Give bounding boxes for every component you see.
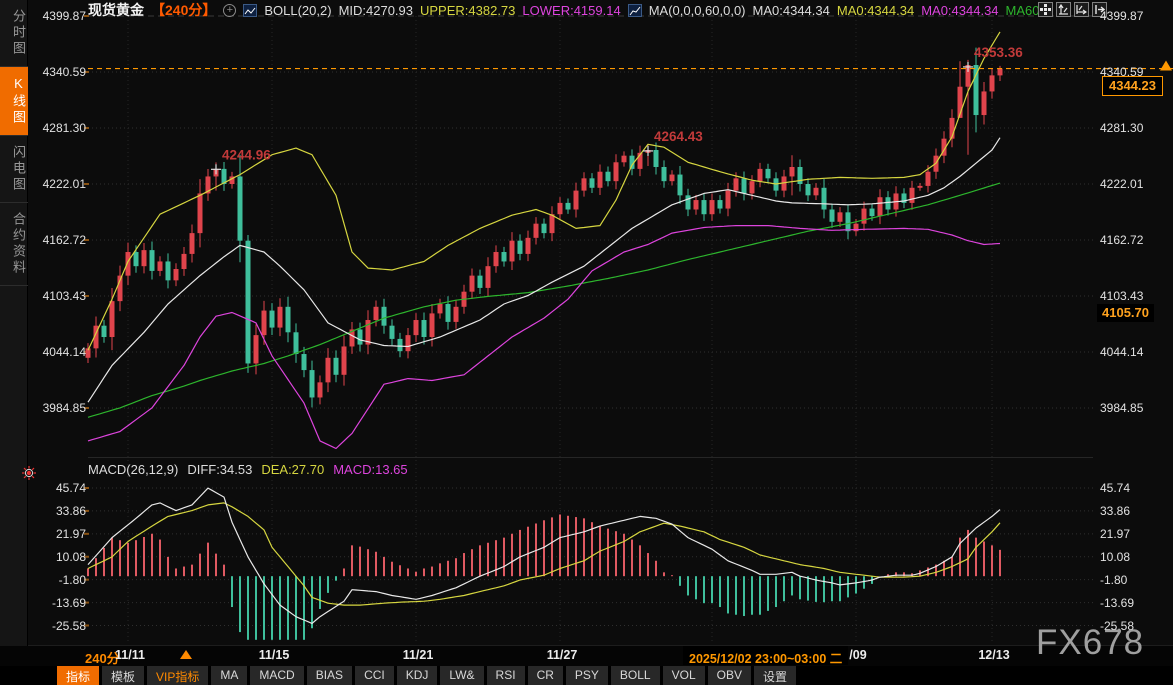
x-axis-date-label: 11/21: [403, 648, 434, 662]
macd-axis-label-left: 33.86: [0, 504, 86, 518]
chart-toolbar-icons: [1038, 2, 1107, 17]
period-badge[interactable]: 【240分】: [151, 0, 216, 20]
toolbar-button-MA[interactable]: MA: [211, 666, 247, 685]
ma-name-label: MA(0,0,0,60,0,0): [649, 3, 746, 18]
ma0-magenta-value: MA0:4344.34: [921, 3, 998, 18]
price-axis-label-left: 4281.30: [0, 121, 86, 135]
macd-axis-label-right: 10.08: [1100, 550, 1130, 564]
swing-price-annotation: 4264.43: [654, 129, 703, 144]
toolbar-button-OBV[interactable]: OBV: [708, 666, 751, 685]
period-selector-arrow-icon[interactable]: [180, 650, 192, 659]
price-axis-label-left: 3984.85: [0, 401, 86, 415]
macd-axis-label-left: 21.97: [0, 527, 86, 541]
toolbar-button-设置[interactable]: 设置: [754, 666, 796, 685]
swing-annotations: 4244.96 4264.43 4353.36: [211, 45, 1023, 174]
price-axis-label-right: 4044.14: [1100, 345, 1143, 359]
macd-axis-label-right: -1.80: [1100, 573, 1127, 587]
swing-price-annotation: 4244.96: [222, 147, 271, 162]
macd-axis-label-right: 45.74: [1100, 481, 1130, 495]
x-axis-row: 240分 11/1111/1511/2111/27/0912/13 2025/1…: [0, 646, 1173, 666]
price-axis-label-right: 4222.01: [1100, 177, 1143, 191]
price-axis-label-left: 4162.72: [0, 233, 86, 247]
toolbar-button-BIAS[interactable]: BIAS: [307, 666, 352, 685]
price-axis-label-left: 4222.01: [0, 177, 86, 191]
current-price-line: [88, 61, 1173, 71]
chart-header: 现货黄金 【240分】 + BOLL(20,2) MID:4270.93 UPP…: [88, 2, 1050, 18]
toolbar-button-指标[interactable]: 指标: [57, 666, 99, 685]
toolbar-button-CCI[interactable]: CCI: [355, 666, 394, 685]
watermark: FX678: [1036, 623, 1144, 663]
toolbar-button-VOL[interactable]: VOL: [663, 666, 705, 685]
boll-upper-line: [88, 32, 1000, 350]
x-axis-date-label: 11/11: [115, 648, 145, 662]
macd-axis-label-left: -1.80: [0, 573, 86, 587]
boll-indicator-icon[interactable]: [243, 4, 257, 17]
price-axis-label-left: 4103.43: [0, 289, 86, 303]
macd-axis-label-left: -13.69: [0, 596, 86, 610]
grid-layer: [0, 15, 1173, 646]
toolbar-button-VIP指标[interactable]: VIP指标: [147, 666, 208, 685]
price-axis-label-right: 4399.87: [1100, 9, 1143, 23]
price-axis-label-right: 3984.85: [1100, 401, 1143, 415]
price-axis-label-left: 4044.14: [0, 345, 86, 359]
toolbar-button-CR[interactable]: CR: [528, 666, 563, 685]
boll-mid-value: MID:4270.93: [339, 3, 413, 18]
price-axis-label-right: 4103.43: [1100, 289, 1143, 303]
macd-header: MACD(26,12,9) DIFF:34.53 DEA:27.70 MACD:…: [88, 462, 408, 477]
toolbar-button-模板[interactable]: 模板: [102, 666, 144, 685]
toolbar-button-MACD[interactable]: MACD: [250, 666, 303, 685]
macd-name-label: MACD(26,12,9): [88, 462, 178, 477]
boll-upper-value: UPPER:4382.73: [420, 3, 515, 18]
macd-diff-value: DIFF:34.53: [187, 462, 252, 477]
candle-time-tooltip: 2025/12/02 23:00~03:00 二: [683, 646, 848, 665]
kline-chart-canvas[interactable]: 4244.96 4264.43 4353.36: [0, 0, 1173, 685]
macd-axis-label-right: 21.97: [1100, 527, 1130, 541]
swing-price-annotation: 4353.36: [974, 45, 1023, 60]
price-axis-label-right: 4340.59: [1100, 65, 1143, 79]
macd-axis-label-right: 33.86: [1100, 504, 1130, 518]
macd-axis-label-left: -25.58: [0, 619, 86, 633]
y-axis-scale-icon[interactable]: [1056, 2, 1071, 17]
indicator-toolbar: 指标模板VIP指标MAMACDBIASCCIKDJLW&RSICRPSYBOLL…: [0, 666, 1173, 685]
boll-lower-line: [88, 226, 1000, 449]
toolbar-button-KDJ[interactable]: KDJ: [397, 666, 438, 685]
boll-lower-value: LOWER:4159.14: [522, 3, 620, 18]
price-axis-label-right: 4281.30: [1100, 121, 1143, 135]
current-price-arrow-icon: [1160, 61, 1172, 71]
x-axis-scale-icon[interactable]: [1074, 2, 1089, 17]
macd-dea-value: DEA:27.70: [261, 462, 324, 477]
price-axis-label-left: 4399.87: [0, 9, 86, 23]
x-axis-date-label: 11/15: [259, 648, 290, 662]
x-axis-date-label: 11/27: [547, 648, 578, 662]
macd-axis-label-left: 10.08: [0, 550, 86, 564]
secondary-price-tag: 4105.70: [1097, 304, 1154, 322]
toolbar-button-PSY[interactable]: PSY: [566, 666, 608, 685]
macd-axis-label-left: 45.74: [0, 481, 86, 495]
x-axis-date-label: /09: [849, 648, 866, 662]
symbol-name: 现货黄金: [88, 0, 144, 20]
toolbar-button-BOLL[interactable]: BOLL: [611, 666, 660, 685]
price-axis-label-left: 4340.59: [0, 65, 86, 79]
macd-macd-value: MACD:13.65: [333, 462, 407, 477]
macd-histogram-layer: [88, 514, 1000, 639]
current-price-tag: 4344.23: [1102, 76, 1163, 96]
ma0-yellow-value: MA0:4344.34: [837, 3, 914, 18]
x-axis-date-label: 12/13: [978, 648, 1009, 662]
toolbar-button-RSI[interactable]: RSI: [487, 666, 525, 685]
candles-layer: [86, 48, 1003, 408]
toolbar-button-LW&[interactable]: LW&: [440, 666, 483, 685]
ma-indicator-icon[interactable]: [628, 4, 642, 17]
price-axis-label-right: 4162.72: [1100, 233, 1143, 247]
circle-plus-icon[interactable]: +: [223, 4, 236, 17]
macd-axis-label-right: -13.69: [1100, 596, 1134, 610]
boll-name-label: BOLL(20,2): [264, 3, 331, 18]
ma0-white-value: MA0:4344.34: [753, 3, 830, 18]
trading-app-window: 4244.964264.434353.36 分时图K线图闪电图合约资料 现货黄金…: [0, 0, 1173, 685]
move-tool-icon[interactable]: [1038, 2, 1053, 17]
sidebar-tab-2[interactable]: 闪电图: [0, 136, 28, 203]
